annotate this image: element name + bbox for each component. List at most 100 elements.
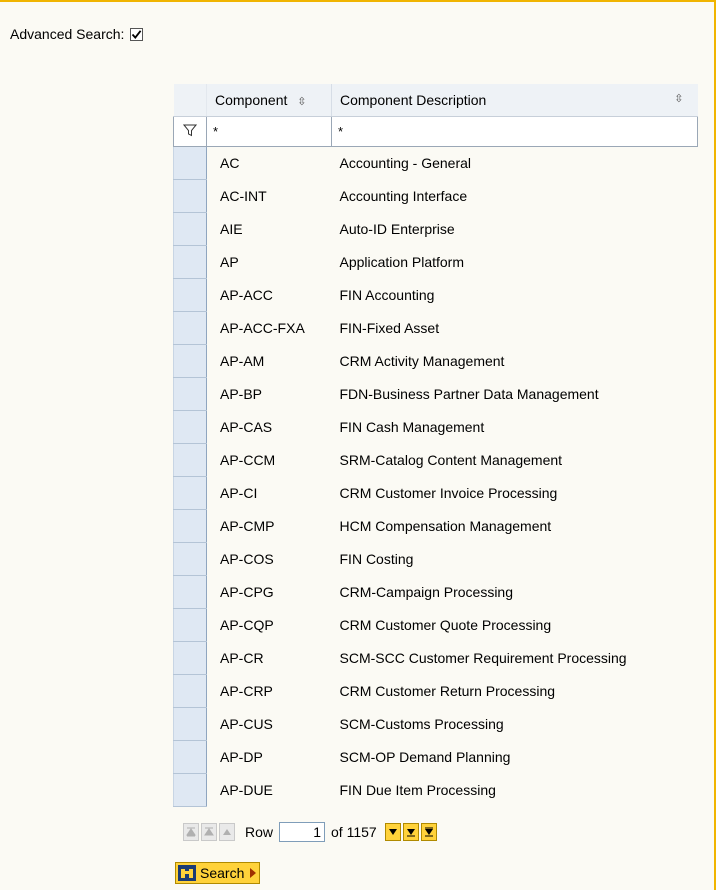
cell-component[interactable]: AC-INT [207,180,332,213]
cell-component[interactable]: AP-CQP [207,609,332,642]
row-selector[interactable] [173,542,207,576]
cell-description[interactable]: Application Platform [332,246,698,279]
first-page-button[interactable] [183,823,199,841]
cell-description[interactable]: FIN-Fixed Asset [332,312,698,345]
cell-component[interactable]: AP-CAS [207,411,332,444]
row-selector[interactable] [173,179,207,213]
next-row-button[interactable] [384,823,401,841]
filter-toggle[interactable] [173,116,207,147]
table-row[interactable]: AP-CR SCM-SCC Customer Requirement Proces… [173,641,698,675]
row-selector[interactable] [173,344,207,378]
cell-component[interactable]: AP-BP [207,378,332,411]
advanced-search-toggle[interactable]: Advanced Search: [10,26,144,42]
cell-description[interactable]: FIN Cash Management [332,411,698,444]
table-row[interactable]: AP-ACC-FXA FIN-Fixed Asset [173,311,698,345]
cell-description[interactable]: Accounting - General [332,147,698,180]
cell-component[interactable]: AP-ACC-FXA [207,312,332,345]
cell-component[interactable]: AP-DUE [207,774,332,807]
cell-description[interactable]: FDN-Business Partner Data Management [332,378,698,411]
funnel-icon[interactable] [182,123,198,137]
previous-row-button[interactable] [219,823,235,841]
table-row[interactable]: AP-CPG CRM-Campaign Processing [173,575,698,609]
row-selector[interactable] [173,641,207,675]
cell-description[interactable]: FIN Due Item Processing [332,774,698,807]
cell-description[interactable]: CRM Activity Management [332,345,698,378]
row-selector[interactable] [173,674,207,708]
table-row[interactable]: AP-COS FIN Costing [173,542,698,576]
cell-component[interactable]: AP-CUS [207,708,332,741]
cell-component[interactable]: AC [207,147,332,180]
cell-component[interactable]: AP-DP [207,741,332,774]
table-row[interactable]: AP-BP FDN-Business Partner Data Managemen… [173,377,698,411]
cell-component[interactable]: AP-ACC [207,279,332,312]
cell-component[interactable]: AP-CMP [207,510,332,543]
cell-description[interactable]: FIN Costing [332,543,698,576]
table-row[interactable]: AP-CUS SCM-Customs Processing [173,707,698,741]
row-selector[interactable] [173,773,207,807]
cell-component[interactable]: AP-CR [207,642,332,675]
table-row[interactable]: AP-CMP HCM Compensation Management [173,509,698,543]
table-row[interactable]: AP-DP SCM-OP Demand Planning [173,740,698,774]
row-selector[interactable] [173,740,207,774]
row-selector[interactable] [173,509,207,543]
cell-description[interactable]: CRM-Campaign Processing [332,576,698,609]
column-header-description[interactable]: Component Description ⇳ [331,84,698,117]
row-selector[interactable] [173,377,207,411]
filter-input-component[interactable]: * [206,116,332,147]
cell-description[interactable]: CRM Customer Return Processing [332,675,698,708]
sort-arrows-icon[interactable]: ⇳ [674,92,683,105]
cell-component[interactable]: AP-CCM [207,444,332,477]
cell-description[interactable]: SRM-Catalog Content Management [332,444,698,477]
row-selector[interactable] [173,278,207,312]
row-selector[interactable] [173,212,207,246]
cell-description[interactable]: FIN Accounting [332,279,698,312]
table-row[interactable]: AP-CCM SRM-Catalog Content Management [173,443,698,477]
table-row[interactable]: AP-CAS FIN Cash Management [173,410,698,444]
cell-component[interactable]: AIE [207,213,332,246]
cell-description[interactable]: HCM Compensation Management [332,510,698,543]
cell-component[interactable]: AP-CPG [207,576,332,609]
last-page-button[interactable] [420,823,437,841]
row-selector[interactable] [173,443,207,477]
table-row[interactable]: AP-DUE FIN Due Item Processing [173,773,698,807]
column-header-component[interactable]: Component ⇳ [206,84,332,117]
cell-description[interactable]: Accounting Interface [332,180,698,213]
row-selector[interactable] [173,575,207,609]
row-selector[interactable] [173,608,207,642]
cell-component[interactable]: AP-COS [207,543,332,576]
row-selector[interactable] [173,245,207,279]
cell-component[interactable]: AP-CRP [207,675,332,708]
row-number-input[interactable]: 1 [279,822,326,842]
cell-component[interactable]: AP-AM [207,345,332,378]
row-selector[interactable] [173,707,207,741]
row-selector[interactable] [173,476,207,510]
table-row[interactable]: AC-INT Accounting Interface [173,179,698,213]
table-row[interactable]: AC Accounting - General [173,146,698,180]
cell-description[interactable]: CRM Customer Invoice Processing [332,477,698,510]
cell-description[interactable]: SCM-SCC Customer Requirement Processing [332,642,698,675]
table-row[interactable]: AP Application Platform [173,245,698,279]
cell-description[interactable]: SCM-OP Demand Planning [332,741,698,774]
cell-component[interactable]: AP [207,246,332,279]
advanced-search-checkbox[interactable] [130,27,144,41]
select-all-header[interactable] [173,84,207,117]
sort-arrows-icon[interactable]: ⇳ [297,95,306,108]
search-button[interactable]: Search [175,862,261,884]
row-selector[interactable] [173,146,207,180]
table-row[interactable]: AIE Auto-ID Enterprise [173,212,698,246]
table-row[interactable]: AP-CQP CRM Customer Quote Processing [173,608,698,642]
table-row[interactable]: AP-CRP CRM Customer Return Processing [173,674,698,708]
cell-component[interactable]: AP-CI [207,477,332,510]
table-row[interactable]: AP-CI CRM Customer Invoice Processing [173,476,698,510]
table-row[interactable]: AP-AM CRM Activity Management [173,344,698,378]
previous-page-icon [204,827,214,836]
next-page-button[interactable] [402,823,419,841]
row-selector[interactable] [173,311,207,345]
row-selector[interactable] [173,410,207,444]
cell-description[interactable]: Auto-ID Enterprise [332,213,698,246]
cell-description[interactable]: SCM-Customs Processing [332,708,698,741]
previous-page-button[interactable] [201,823,217,841]
cell-description[interactable]: CRM Customer Quote Processing [332,609,698,642]
table-row[interactable]: AP-ACC FIN Accounting [173,278,698,312]
filter-input-description[interactable]: * [331,116,698,147]
